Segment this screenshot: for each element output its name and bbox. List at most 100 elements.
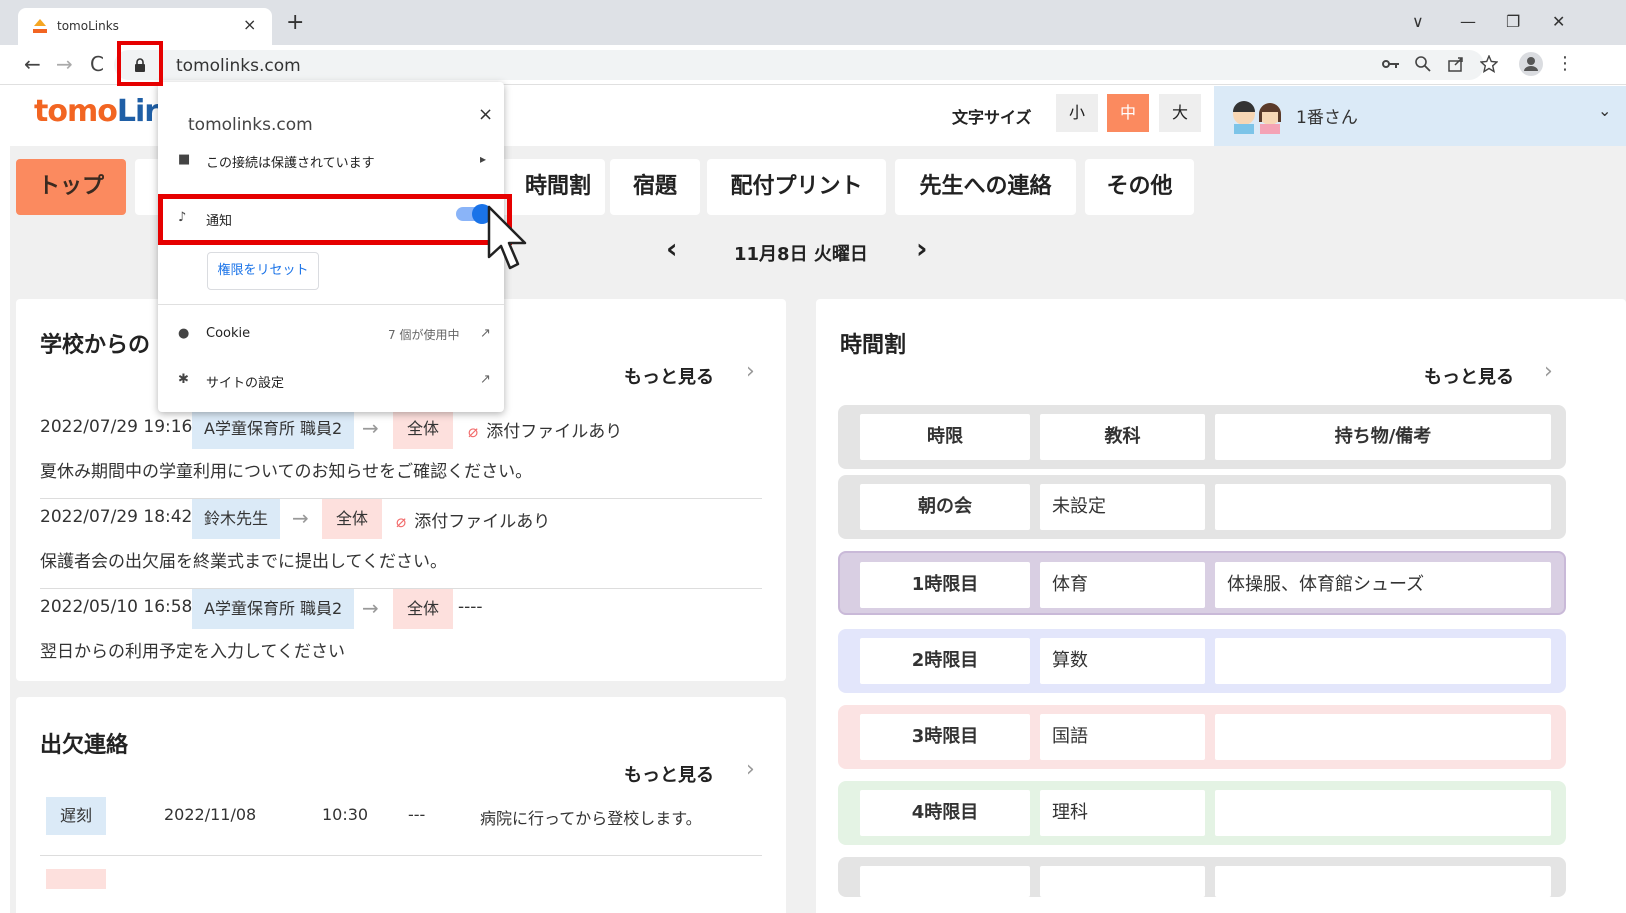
period-cell: 4時限目 xyxy=(860,790,1030,836)
attachment-indicator: ⌀ 添付ファイルあり xyxy=(468,422,623,442)
attendance-date: 2022/11/08 xyxy=(164,805,257,824)
timetable-row[interactable]: 2時限目 算数 xyxy=(838,629,1566,693)
period-cell: 3時限目 xyxy=(860,714,1030,760)
timetable-row[interactable]: 朝の会 未設定 xyxy=(838,475,1566,539)
sender-tag: A学童保育所 職員2 xyxy=(192,409,355,449)
tab-close-icon[interactable]: × xyxy=(243,15,256,34)
tab-other[interactable]: その他 xyxy=(1085,159,1194,215)
font-size-large-button[interactable]: 大 xyxy=(1159,94,1201,132)
period-cell: 2時限目 xyxy=(860,638,1030,684)
reload-icon[interactable]: C xyxy=(90,53,104,75)
close-icon[interactable]: × xyxy=(478,104,493,125)
chevron-down-icon[interactable]: ⌄ xyxy=(1598,101,1611,120)
bookmark-star-icon[interactable] xyxy=(1480,55,1498,73)
notes-cell xyxy=(1215,866,1551,897)
subject-cell: 国語 xyxy=(1040,714,1205,760)
attendance-type-tag: 遅刻 xyxy=(46,797,106,835)
notes-cell: 体操服、体育館シューズ xyxy=(1215,562,1551,608)
period-cell: 朝の会 xyxy=(860,484,1030,530)
timetable-row[interactable]: 1時限目 体育 体操服、体育館シューズ xyxy=(838,551,1566,615)
tab-search-icon[interactable]: ∨ xyxy=(1412,12,1424,31)
share-icon[interactable] xyxy=(1447,55,1465,73)
paperclip-icon: ⌀ xyxy=(396,512,407,532)
connection-secure-row[interactable]: ■ この接続は保護されています ▸ xyxy=(158,140,504,184)
profile-icon[interactable] xyxy=(1519,52,1543,76)
external-link-icon: ↗ xyxy=(480,326,491,341)
chevron-right-icon[interactable]: › xyxy=(746,757,755,782)
user-switcher[interactable]: 1番さん ⌄ xyxy=(1214,86,1626,146)
tab-homework[interactable]: 宿題 xyxy=(610,159,700,215)
subject-cell: 未設定 xyxy=(1040,484,1205,530)
forward-icon[interactable]: → xyxy=(56,53,73,75)
timetable-row[interactable] xyxy=(838,857,1566,897)
zoom-icon[interactable] xyxy=(1414,55,1432,73)
font-size-small-button[interactable]: 小 xyxy=(1056,94,1098,132)
attendance-extra: --- xyxy=(408,805,426,824)
more-link[interactable]: もっと見る xyxy=(624,363,714,389)
browser-tab[interactable]: tomoLinks × xyxy=(18,8,272,45)
news-item[interactable]: 2022/07/29 18:42 鈴木先生 → 全体 ⌀ 添付ファイルあり 保護者… xyxy=(40,499,762,589)
chevron-right-icon: ▸ xyxy=(480,152,487,166)
notification-highlight-box xyxy=(158,194,512,245)
tab-contact-teacher[interactable]: 先生への連絡 xyxy=(895,159,1076,215)
news-item[interactable]: 2022/07/29 19:16 A学童保育所 職員2 → 全体 ⌀ 添付ファイル… xyxy=(40,409,762,499)
news-datetime: 2022/05/10 16:58 xyxy=(40,597,193,617)
attendance-note: 病院に行ってから登校します。 xyxy=(480,809,702,828)
news-item[interactable]: 2022/05/10 16:58 A学童保育所 職員2 → 全体 ---- 翌日… xyxy=(40,589,762,679)
news-datetime: 2022/07/29 19:16 xyxy=(40,417,193,437)
tab-handouts[interactable]: 配付プリント xyxy=(707,159,886,215)
key-icon[interactable] xyxy=(1382,57,1400,71)
new-tab-button[interactable]: + xyxy=(286,12,304,34)
tab-title: tomoLinks xyxy=(57,19,119,33)
timetable-row[interactable]: 4時限目 理科 xyxy=(838,781,1566,845)
subject-cell: 体育 xyxy=(1040,562,1205,608)
more-link[interactable]: もっと見る xyxy=(624,761,714,787)
maximize-icon[interactable]: ❐ xyxy=(1506,12,1520,31)
site-settings-row[interactable]: ✱ サイトの設定 ↗ xyxy=(158,360,504,404)
site-info-popup: tomolinks.com × ■ この接続は保護されています ▸ ♪ 通知 権… xyxy=(158,82,504,412)
card-title: 出欠連絡 xyxy=(40,733,129,758)
chevron-right-icon[interactable]: › xyxy=(746,359,755,384)
omnibox[interactable]: tomolinks.com xyxy=(114,50,1484,80)
mouse-cursor-icon xyxy=(487,205,527,270)
font-size-label: 文字サイズ xyxy=(952,108,1032,127)
notes-cell xyxy=(1215,714,1551,760)
card-title: 学校からの xyxy=(40,333,151,358)
minimize-icon[interactable]: — xyxy=(1460,12,1476,31)
timetable-header-row: 時限 教科 持ち物/備考 xyxy=(838,405,1566,469)
header-subject: 教科 xyxy=(1040,414,1205,460)
tomolinks-logo[interactable]: tomoLir xyxy=(34,94,159,129)
arrow-right-icon: → xyxy=(292,506,309,530)
card-title: 時間割 xyxy=(840,333,907,358)
cookie-row[interactable]: ● Cookie 7 個が使用中 ↗ xyxy=(158,314,504,358)
paperclip-icon: ⌀ xyxy=(468,422,479,442)
tomolinks-favicon-icon xyxy=(33,19,47,33)
lock-icon: ■ xyxy=(178,152,191,167)
recipient-tag: 全体 xyxy=(322,499,383,539)
timetable-row[interactable]: 3時限目 国語 xyxy=(838,705,1566,769)
close-window-icon[interactable]: ✕ xyxy=(1552,12,1565,31)
date-prev-icon[interactable]: ‹ xyxy=(666,232,678,265)
tab-top[interactable]: トップ xyxy=(16,159,126,215)
url-text[interactable]: tomolinks.com xyxy=(176,56,301,76)
news-body: 保護者会の出欠届を終業式までに提出してください。 xyxy=(40,552,447,572)
sender-tag: 鈴木先生 xyxy=(192,499,281,539)
menu-kebab-icon[interactable]: ⋮ xyxy=(1556,53,1574,74)
reset-permissions-button[interactable]: 権限をリセット xyxy=(207,252,319,290)
subject-cell: 理科 xyxy=(1040,790,1205,836)
back-icon[interactable]: ← xyxy=(24,53,41,75)
current-date: 11月8日 火曜日 xyxy=(734,244,868,265)
gear-icon: ✱ xyxy=(178,372,189,387)
subject-cell: 算数 xyxy=(1040,638,1205,684)
date-next-icon[interactable]: › xyxy=(916,232,928,265)
more-link[interactable]: もっと見る xyxy=(1424,363,1514,389)
attendance-type-tag xyxy=(46,869,106,889)
external-link-icon: ↗ xyxy=(480,372,491,387)
font-size-medium-button[interactable]: 中 xyxy=(1107,94,1149,132)
children-avatar-icon xyxy=(1233,101,1281,134)
popup-domain: tomolinks.com xyxy=(188,115,313,135)
notes-cell xyxy=(1215,638,1551,684)
recipient-tag: 全体 xyxy=(393,589,454,629)
timetable-card: 時間割 もっと見る › 時限 教科 持ち物/備考 朝の会 未設定 1時限目 体育… xyxy=(816,299,1626,913)
chevron-right-icon[interactable]: › xyxy=(1544,359,1553,384)
